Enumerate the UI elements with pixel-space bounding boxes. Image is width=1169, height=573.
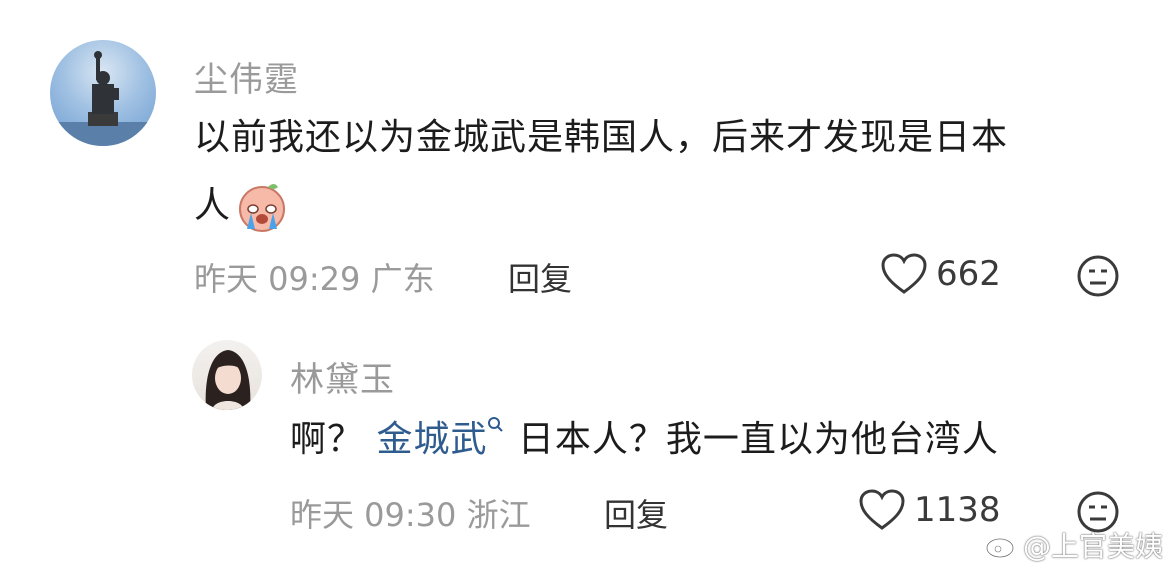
reply-comment-text: 啊？ 金城武 日本人？我一直以为他台湾人: [290, 410, 999, 470]
mention-link[interactable]: 金城武: [376, 417, 505, 460]
search-icon: [488, 417, 504, 432]
like-button-2[interactable]: 1138: [858, 488, 1001, 532]
heart-icon: [881, 253, 927, 294]
heart-icon: [859, 489, 905, 530]
statue-of-liberty-icon: [50, 51, 156, 146]
like-count-2: 1138: [914, 490, 1001, 530]
comment-timestamp-location: 昨天 09:29 广东: [194, 260, 435, 298]
reply-text-before: 啊？: [290, 419, 377, 460]
reply-commenter-avatar[interactable]: [192, 340, 262, 410]
comment-text: 以前我还以为金城武是韩国人，后来才发现是日本: [194, 108, 1008, 168]
reply-timestamp-location: 昨天 09:30 浙江: [290, 496, 531, 534]
commenter-username[interactable]: 尘伟霆: [194, 52, 299, 101]
reply-text-after: 日本人？我一直以为他台湾人: [505, 419, 999, 460]
like-button[interactable]: 662: [880, 252, 1001, 296]
girl-portrait-icon: [205, 350, 251, 410]
reply-button-2[interactable]: 回复: [604, 490, 668, 536]
weibo-watermark: @上官美姨: [985, 525, 1163, 565]
mention-text: 金城武: [376, 419, 488, 460]
commenter-avatar[interactable]: [50, 40, 156, 146]
reply-button[interactable]: 回复: [508, 254, 572, 300]
comment-text-line1: 以前我还以为金城武是韩国人，后来才发现是日本: [194, 117, 1009, 158]
like-count: 662: [936, 254, 1001, 294]
comment-text-cont: 人: [194, 185, 232, 226]
neutral-face-icon[interactable]: [1076, 254, 1120, 298]
crying-face-emoji-icon: [239, 184, 286, 232]
weibo-logo-icon: [985, 533, 1018, 559]
reply-commenter-username[interactable]: 林黛玉: [290, 352, 395, 401]
watermark-text: @上官美姨: [1022, 530, 1163, 563]
comment-text-line2: 人: [194, 176, 289, 236]
